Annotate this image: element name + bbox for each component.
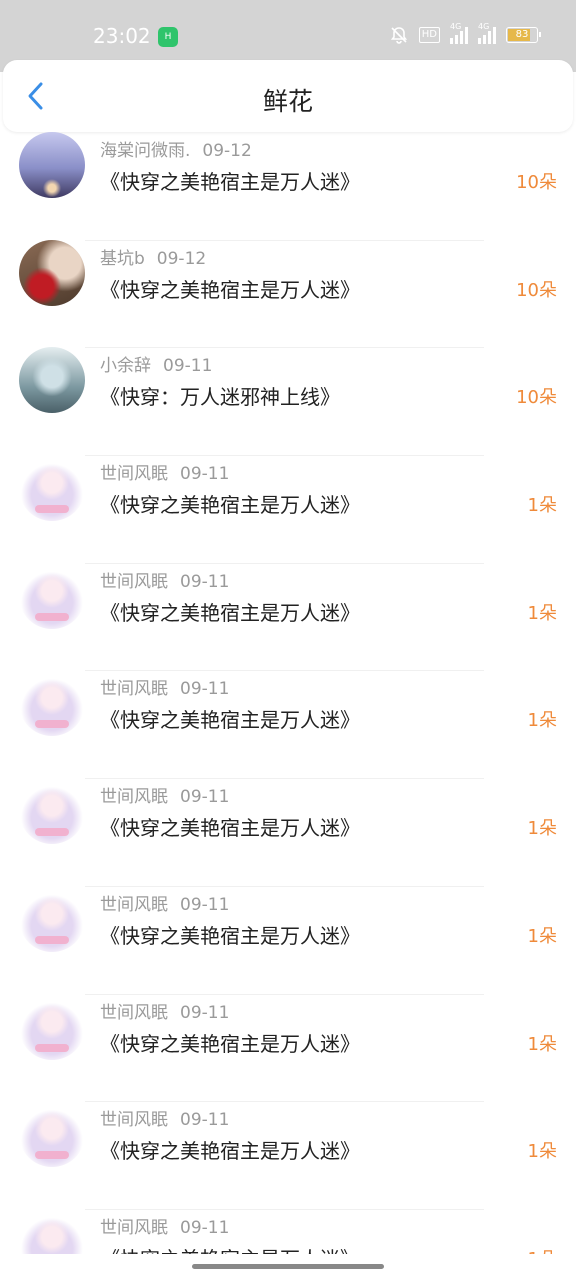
gift-date: 09-12 — [202, 141, 252, 161]
book-title[interactable]: 《快穿之美艳宿主是万人迷》 — [100, 704, 360, 733]
sender-meta: 世间风眠 09-11 — [100, 674, 229, 699]
gift-date: 09-11 — [180, 787, 230, 808]
gift-date: 09-11 — [180, 1217, 230, 1238]
battery-percent: 83 — [515, 29, 529, 40]
hd-badge: HD — [418, 27, 440, 43]
book-title[interactable]: 《快穿之美艳宿主是万人迷》 — [100, 1135, 360, 1164]
flower-count: 1朵 — [527, 925, 557, 947]
page-title: 鲜花 — [262, 87, 313, 116]
sender-meta: 世间风眠 09-11 — [100, 1213, 229, 1238]
gift-date: 09-11 — [180, 679, 230, 700]
book-title[interactable]: 《快穿之美艳宿主是万人迷》 — [100, 597, 360, 626]
signal-icon: 4G — [450, 22, 468, 44]
sender-meta: 世间风眠 09-11 — [100, 998, 229, 1023]
avatar[interactable] — [19, 239, 85, 306]
signal-icon-2: 4G — [478, 22, 496, 44]
flower-count: 10朵 — [516, 279, 557, 301]
book-title[interactable]: 《快穿：万人迷邪神上线》 — [100, 381, 340, 410]
book-title[interactable]: 《快穿之美艳宿主是万人迷》 — [100, 812, 360, 841]
avatar[interactable] — [19, 670, 85, 737]
flower-count: 10朵 — [516, 172, 557, 193]
home-indicator[interactable] — [192, 1264, 384, 1269]
gift-date: 09-11 — [180, 571, 230, 592]
flower-count: 1朵 — [527, 602, 557, 624]
network-type-1: 4G — [450, 22, 462, 31]
status-time: 23:02 — [93, 24, 151, 48]
top-app-bar: 鲜花 — [3, 60, 573, 132]
flower-count: 1朵 — [527, 818, 557, 840]
flower-count: 1朵 — [527, 710, 557, 732]
sender-meta: 世间风眠 09-11 — [100, 890, 229, 915]
avatar[interactable] — [19, 347, 85, 414]
mute-bell-icon — [390, 27, 407, 44]
gift-date: 09-12 — [156, 248, 207, 269]
gift-date: 09-11 — [180, 894, 230, 915]
avatar[interactable] — [19, 778, 85, 845]
sender-name: 世间风眠 — [100, 1110, 168, 1131]
sender-meta: 基坑b 09-12 — [100, 244, 206, 269]
gift-date: 09-11 — [180, 1110, 230, 1131]
sender-meta: 世间风眠 09-11 — [100, 567, 229, 592]
book-title[interactable]: 《快穿之美艳宿主是万人迷》 — [100, 489, 360, 518]
avatar[interactable] — [19, 1101, 85, 1168]
status-icons: HD 4G 4G 83 — [389, 22, 541, 45]
book-title[interactable]: 《快穿之美艳宿主是万人迷》 — [100, 1028, 360, 1057]
avatar[interactable] — [19, 132, 85, 198]
flower-count: 1朵 — [527, 1033, 557, 1055]
sender-meta: 世间风眠 09-11 — [100, 459, 229, 484]
avatar[interactable] — [19, 562, 85, 629]
sender-name: 世间风眠 — [100, 787, 168, 808]
sender-meta: 海棠问微雨. 09-12 — [100, 136, 252, 161]
sender-name: 世间风眠 — [100, 1217, 168, 1238]
book-title[interactable]: 《快穿之美艳宿主是万人迷》 — [100, 274, 360, 303]
sender-meta: 世间风眠 09-11 — [100, 1105, 229, 1130]
sender-name: 世间风眠 — [100, 1002, 168, 1023]
avatar[interactable] — [19, 993, 85, 1060]
sender-name: 海棠问微雨. — [100, 141, 191, 161]
avatar[interactable] — [19, 455, 85, 522]
sender-name: 世间风眠 — [100, 679, 168, 700]
flower-count: 1朵 — [528, 1245, 557, 1254]
flower-gift-list[interactable]: 海棠问微雨. 09-12 《快穿之美艳宿主是万人迷》 10朵 基坑b 09-12 《快穿之美… — [0, 132, 576, 1254]
book-title[interactable]: 《快穿之美艳宿主是万人迷》 — [100, 920, 360, 949]
sender-name: 世间风眠 — [100, 464, 168, 485]
book-title[interactable]: 《快穿之美艳宿主是万人迷》 — [100, 166, 360, 195]
sender-name: 世间风眠 — [100, 894, 168, 915]
sender-meta: 小余辞 09-11 — [100, 351, 212, 376]
sender-meta: 世间风眠 09-11 — [100, 782, 229, 807]
sender-name: 小余辞 — [100, 356, 151, 377]
battery-icon: 83 — [506, 27, 541, 43]
gift-date: 09-11 — [163, 356, 213, 377]
flower-count: 1朵 — [527, 495, 557, 517]
book-title[interactable]: 《快穿之美艳宿主是万人迷》 — [100, 1243, 360, 1254]
app-notification-icon: H — [158, 27, 178, 47]
flower-count: 10朵 — [516, 387, 557, 409]
gift-date: 09-11 — [180, 1002, 230, 1023]
gift-date: 09-11 — [180, 464, 230, 485]
sender-name: 基坑b — [100, 248, 145, 269]
flower-count: 1朵 — [527, 1141, 557, 1163]
avatar[interactable] — [19, 885, 85, 952]
avatar[interactable] — [19, 1208, 85, 1254]
network-type-2: 4G — [478, 22, 490, 31]
sender-name: 世间风眠 — [100, 571, 168, 592]
list-item[interactable]: 世间风眠 09-11 《快穿之美艳宿主是万人迷》 1朵 — [0, 1208, 576, 1254]
